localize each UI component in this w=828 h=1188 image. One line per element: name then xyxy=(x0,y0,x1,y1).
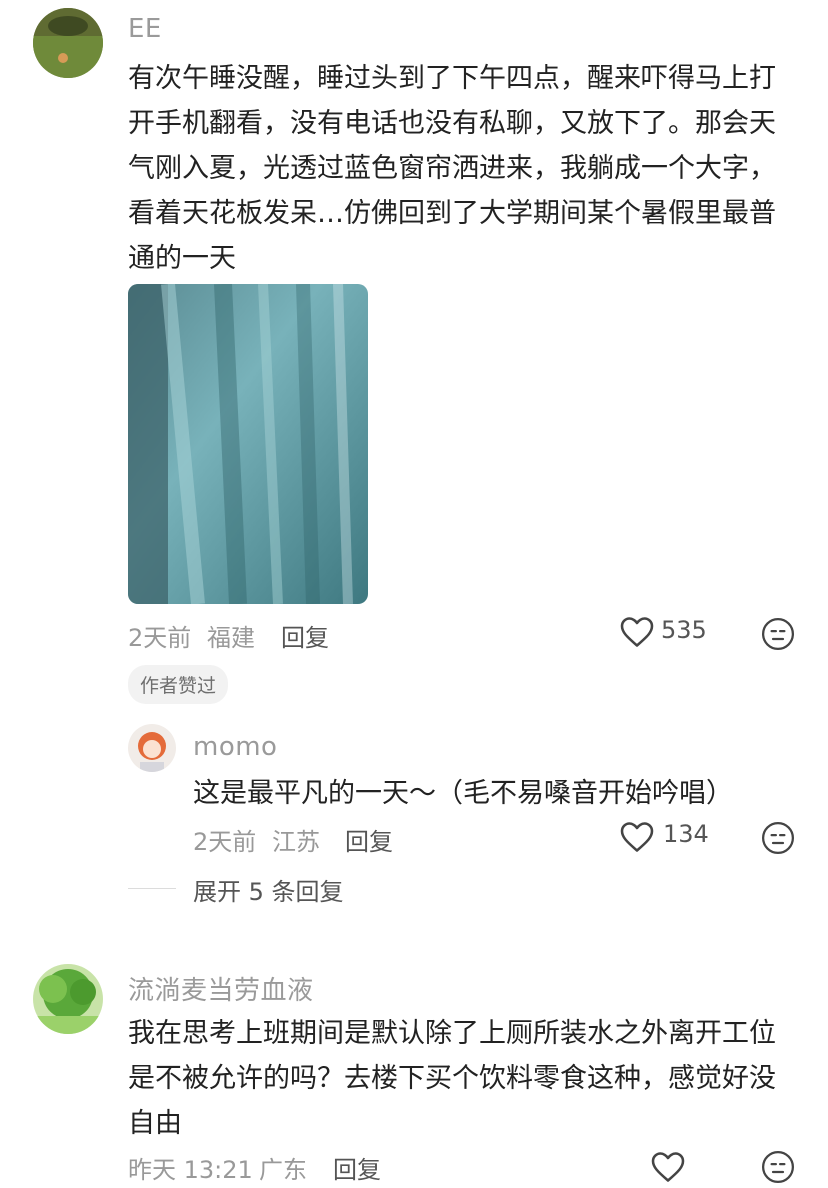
heart-outline-icon[interactable] xyxy=(650,1150,686,1188)
like-count: 134 xyxy=(663,820,709,848)
author-liked-badge: 作者赞过 xyxy=(128,665,229,704)
heart-outline-icon[interactable] xyxy=(619,615,655,653)
reply-location: 江苏 xyxy=(272,828,320,856)
reply-time: 2天前 xyxy=(193,828,257,856)
like-count: 535 xyxy=(661,616,707,644)
neutral-face-icon[interactable] xyxy=(761,617,795,655)
avatar-ee[interactable] xyxy=(33,8,103,78)
heart-outline-icon[interactable] xyxy=(619,820,655,858)
reply-button[interactable]: 回复 xyxy=(281,618,329,653)
comment-username[interactable]: EE xyxy=(128,14,162,44)
comment-location: 广东 xyxy=(259,1156,307,1184)
expand-divider xyxy=(128,888,176,889)
comment-time: 昨天 13:21 xyxy=(128,1156,253,1184)
comment-text: 我在思考上班期间是默认除了上厕所装水之外离开工位是不被允许的吗？去楼下买个饮料零… xyxy=(128,1018,776,1139)
expand-replies-button[interactable]: 展开 5 条回复 xyxy=(193,872,344,907)
comment-image[interactable] xyxy=(128,284,368,604)
comment-time: 2天前 xyxy=(128,624,192,652)
reply-button[interactable]: 回复 xyxy=(333,1150,381,1185)
neutral-face-icon[interactable] xyxy=(761,1150,795,1188)
avatar-momo[interactable] xyxy=(128,724,176,772)
reply-username[interactable]: momo xyxy=(193,732,277,762)
comment-text: 有次午睡没醒，睡过头到了下午四点，醒来吓得马上打开手机翻看，没有电话也没有私聊，… xyxy=(128,63,776,274)
avatar-user2[interactable] xyxy=(33,964,103,1034)
comment-username[interactable]: 流淌麦当劳血液 xyxy=(128,970,314,1007)
comment-location: 福建 xyxy=(207,624,255,652)
neutral-face-icon[interactable] xyxy=(761,821,795,859)
reply-button[interactable]: 回复 xyxy=(345,822,393,857)
reply-text: 这是最平凡的一天～（毛不易嗓音开始吟唱） xyxy=(193,778,733,809)
